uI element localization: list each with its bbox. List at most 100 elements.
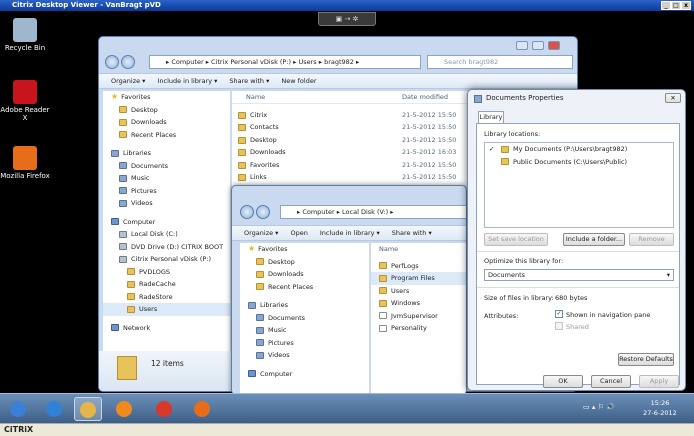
command-2[interactable]: Share with ▾ xyxy=(229,77,269,85)
nav-item[interactable]: Computer xyxy=(240,368,369,381)
nav-item[interactable]: Citrix Personal vDisk (P:) xyxy=(103,253,230,266)
file-row[interactable]: Downloads 21-5-2012 16:03 xyxy=(232,146,477,159)
nav-item[interactable]: Downloads xyxy=(103,116,230,129)
explorer-window-local-disk[interactable]: ▸ Computer ▸ Local Disk (V:) ▸ Organize … xyxy=(231,185,467,395)
nav-item[interactable]: Pictures xyxy=(103,185,230,198)
command-1[interactable]: Open xyxy=(290,229,307,237)
file-row[interactable]: JvmSupervisor xyxy=(371,310,466,323)
tab-library[interactable]: Library xyxy=(478,111,504,123)
nav-item[interactable]: Music xyxy=(240,324,369,337)
file-row[interactable]: Program Files xyxy=(371,272,466,285)
optimize-select[interactable]: Documents ▾ xyxy=(484,269,674,281)
search-input[interactable]: Search bragt982 xyxy=(427,55,573,69)
column-name-2[interactable]: Name xyxy=(379,243,398,256)
nav-item[interactable]: RadeStore xyxy=(103,291,230,304)
nav-item[interactable]: Desktop xyxy=(240,256,369,269)
desktop-icon[interactable]: Mozilla Firefox xyxy=(0,146,50,180)
nav-item[interactable]: Users xyxy=(103,303,230,316)
back-button-2[interactable] xyxy=(240,205,254,219)
nav-item[interactable]: Libraries xyxy=(103,147,230,160)
taskbar-button[interactable] xyxy=(150,397,178,421)
nav-item[interactable]: Libraries xyxy=(240,299,369,312)
desktop-icon[interactable]: Adobe Reader X xyxy=(0,80,50,122)
shared-checkbox[interactable] xyxy=(555,322,563,330)
nav-item[interactable]: Recent Places xyxy=(240,281,369,294)
locations-list[interactable]: ✓ My Documents (P:\Users\bragt982) Public … xyxy=(484,142,674,228)
file-row[interactable]: Windows xyxy=(371,297,466,310)
nav-item[interactable]: Network xyxy=(103,322,230,335)
nav-item[interactable]: DVD Drive (D:) CITRIX BOOT xyxy=(103,241,230,254)
file-row[interactable]: Desktop 21-5-2012 15:50 xyxy=(232,134,477,147)
taskbar-button[interactable] xyxy=(4,397,32,421)
folder-icon xyxy=(379,274,387,282)
address-bar[interactable]: ▸ Computer ▸ Citrix Personal vDisk (P:) … xyxy=(149,55,421,69)
nav-item[interactable]: Videos xyxy=(103,197,230,210)
close-button[interactable]: x xyxy=(681,1,691,10)
nav-item-label: Downloads xyxy=(268,270,304,278)
file-list-2[interactable]: Name PerfLogs Program Files Users Windows Jv… xyxy=(371,243,466,394)
maximize-button[interactable]: □ xyxy=(671,1,681,10)
column-date-modified[interactable]: Date modified xyxy=(402,91,448,104)
tray-icons[interactable]: ▭ ▴ ⚐ 🔊 xyxy=(583,403,615,411)
address-bar-2[interactable]: ▸ Computer ▸ Local Disk (V:) ▸ xyxy=(280,205,466,219)
library-location[interactable]: Public Documents (C:\Users\Public) xyxy=(485,156,673,169)
nav-item[interactable]: Downloads xyxy=(240,268,369,281)
folder-icon xyxy=(238,149,246,156)
command-0[interactable]: Organize ▾ xyxy=(244,229,278,237)
file-row[interactable]: Links 21-5-2012 15:50 xyxy=(232,171,477,184)
nav-item[interactable]: RadeCache xyxy=(103,278,230,291)
nav-item[interactable]: ★ Favorites xyxy=(103,91,230,104)
restore-defaults-button[interactable]: Restore Defaults xyxy=(618,353,674,366)
nav-item[interactable]: Pictures xyxy=(240,337,369,350)
file-row[interactable]: Users xyxy=(371,285,466,298)
command-3[interactable]: New folder xyxy=(281,77,316,85)
dialog-close-button[interactable]: ✕ xyxy=(665,93,681,103)
forward-button[interactable] xyxy=(121,55,135,69)
file-row[interactable]: Personality xyxy=(371,322,466,335)
nav-item[interactable]: Videos xyxy=(240,349,369,362)
citrix-toolbar[interactable]: ▣ ⇢ ✲ xyxy=(318,12,376,26)
remove-button[interactable]: Remove xyxy=(629,233,674,246)
desktop-icon[interactable]: Recycle Bin xyxy=(0,18,50,52)
command-2[interactable]: Include in library ▾ xyxy=(320,229,380,237)
set-save-location-button[interactable]: Set save location xyxy=(484,233,548,246)
shown-in-nav-label: Shown in navigation pane xyxy=(566,311,651,319)
explorer1-minimize[interactable] xyxy=(516,41,528,50)
taskbar-button[interactable] xyxy=(188,397,216,421)
column-name[interactable]: Name xyxy=(246,91,265,104)
nav-item[interactable]: Computer xyxy=(103,216,230,229)
nav-item[interactable]: Documents xyxy=(103,160,230,173)
taskbar-button[interactable] xyxy=(110,397,138,421)
file-row[interactable]: Citrix 21-5-2012 15:50 xyxy=(232,109,477,122)
nav-item[interactable]: Local Disk (C:) xyxy=(103,228,230,241)
navigation-pane-2[interactable]: ★ Favorites Desktop Downloads Recent Places L… xyxy=(240,243,370,394)
taskbar-button[interactable] xyxy=(74,397,102,421)
file-row[interactable]: Favorites 21-5-2012 15:50 xyxy=(232,159,477,172)
nav-item[interactable]: Documents xyxy=(240,312,369,325)
taskbar-button[interactable] xyxy=(40,397,68,421)
file-row[interactable]: PerfLogs xyxy=(371,260,466,273)
shown-in-nav-checkbox[interactable]: ✓ xyxy=(555,310,563,318)
nav-item[interactable]: ★ Favorites xyxy=(240,243,369,256)
file-row[interactable]: Contacts 21-5-2012 15:50 xyxy=(232,121,477,134)
apply-button[interactable]: Apply xyxy=(639,375,679,388)
command-1[interactable]: Include in library ▾ xyxy=(157,77,217,85)
back-button[interactable] xyxy=(105,55,119,69)
nav-item[interactable]: PVDLOGS xyxy=(103,266,230,279)
command-0[interactable]: Organize ▾ xyxy=(111,77,145,85)
library-location[interactable]: ✓ My Documents (P:\Users\bragt982) xyxy=(485,143,673,156)
ok-button[interactable]: OK xyxy=(543,375,583,388)
explorer1-close[interactable] xyxy=(548,41,560,50)
cancel-button[interactable]: Cancel xyxy=(591,375,631,388)
nav-item[interactable]: Desktop xyxy=(103,104,230,117)
nav-item[interactable]: Music xyxy=(103,172,230,185)
forward-button-2[interactable] xyxy=(256,205,270,219)
command-3[interactable]: Share with ▾ xyxy=(392,229,432,237)
navigation-pane[interactable]: ★ Favorites Desktop Downloads Recent Places L… xyxy=(103,91,231,391)
explorer1-maximize[interactable] xyxy=(532,41,544,50)
nav-item[interactable]: Recent Places xyxy=(103,129,230,142)
documents-properties-dialog[interactable]: Documents Properties ✕ Library Library l… xyxy=(467,89,686,391)
minimize-button[interactable]: _ xyxy=(661,1,671,10)
include-folder-button[interactable]: Include a folder... xyxy=(563,233,625,246)
clock[interactable]: 15:26 27-6-2012 xyxy=(638,398,682,418)
